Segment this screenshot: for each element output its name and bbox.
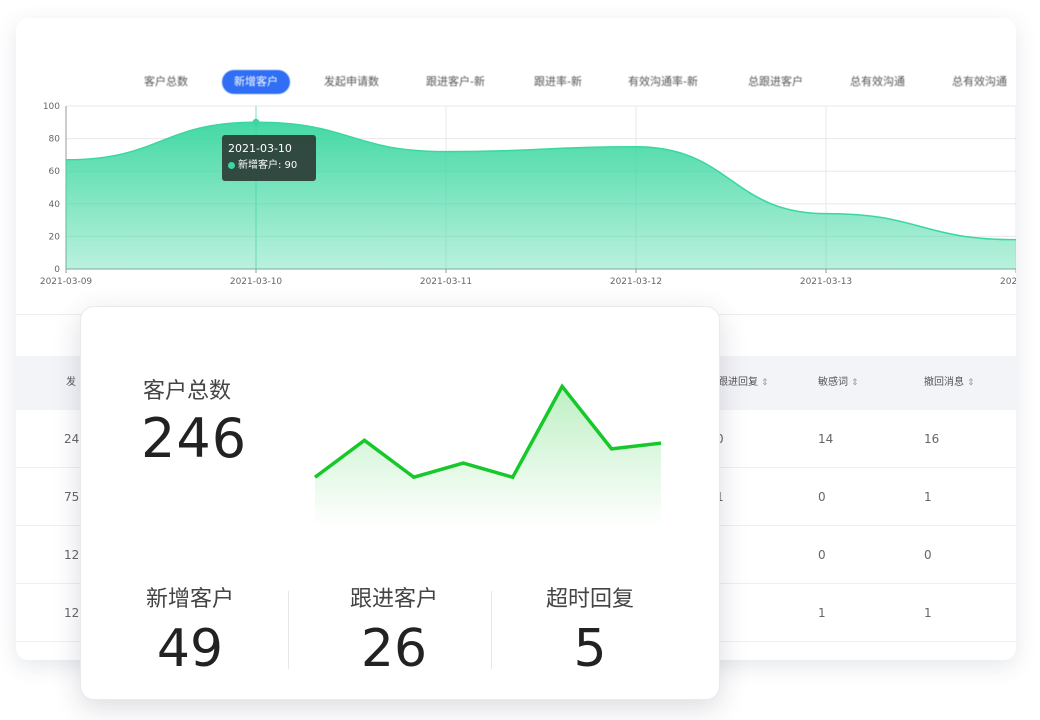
sort-icon[interactable]: ⇕ <box>851 378 859 388</box>
cell: 75 <box>64 490 80 504</box>
stat-value: 49 <box>156 619 224 679</box>
tooltip-date: 2021-03-10 <box>228 142 292 155</box>
x-tick-label: 2021-03-09 <box>40 277 93 287</box>
stat-followed-customers: 跟进客户 26 <box>319 581 469 677</box>
area-chart: 020406080100 2021-03-09 2021-03-10 2021-03… <box>40 102 1016 287</box>
total-customers-value: 246 <box>141 407 248 470</box>
area-fill <box>66 122 1016 269</box>
column-header-first: 发 <box>66 377 76 388</box>
cell: 0 <box>818 490 826 504</box>
column-header-followup-reply[interactable]: 跟进回复 ⇕ <box>718 356 769 410</box>
stat-value: 26 <box>360 619 428 679</box>
cell: 0 <box>818 548 826 562</box>
stats-card: 客户总数 246 新增客户 49 跟进客户 26 超时回复 5 <box>80 306 720 700</box>
cell: 0 <box>924 548 932 562</box>
y-tick-label: 40 <box>49 200 61 210</box>
cell: 1 <box>818 606 826 620</box>
sort-icon[interactable]: ⇕ <box>761 378 769 388</box>
sort-icon[interactable]: ⇕ <box>967 378 975 388</box>
cell: 1 <box>924 606 932 620</box>
x-tick-label: 2021-03-13 <box>800 277 852 287</box>
y-tick-label: 80 <box>49 135 61 145</box>
column-header-recalled-messages[interactable]: 撤回消息 ⇕ <box>924 356 975 410</box>
y-tick-label: 60 <box>49 167 61 177</box>
tooltip-value: 新增客户: 90 <box>238 160 298 171</box>
x-tick-label: 2021-03-10 <box>230 277 283 287</box>
stat-label: 超时回复 <box>545 587 634 612</box>
cell: 24 <box>64 432 80 446</box>
y-tick-label: 100 <box>43 102 60 112</box>
cell: 12 <box>64 606 80 620</box>
y-tick-label: 0 <box>54 265 60 275</box>
chart-tooltip: 2021-03-10 新增客户: 90 <box>222 135 316 181</box>
cell: 16 <box>924 432 940 446</box>
y-tick-label: 20 <box>49 232 61 242</box>
stat-new-customers: 新增客户 49 <box>115 581 265 677</box>
divider <box>288 591 289 669</box>
cell: 1 <box>924 490 932 504</box>
tooltip-series: 新增客户: 90 <box>228 157 310 174</box>
x-tick-label: 2021-03-11 <box>420 277 472 287</box>
divider <box>491 591 492 669</box>
series-dot-icon <box>228 161 235 169</box>
x-tick-label: 2021-0 <box>1000 277 1016 287</box>
sparkline-area <box>315 386 661 527</box>
cell: 14 <box>818 432 834 446</box>
total-customers-label: 客户总数 <box>143 379 232 404</box>
x-tick-label: 2021-03-12 <box>610 277 662 287</box>
stat-value: 5 <box>573 619 607 679</box>
stat-label: 跟进客户 <box>349 587 438 612</box>
stat-timeout-reply: 超时回复 5 <box>515 581 665 677</box>
column-header-sensitive-words[interactable]: 敏感词 ⇕ <box>818 356 859 410</box>
sparkline-chart <box>313 383 662 527</box>
cell: 12 <box>64 548 80 562</box>
stat-label: 新增客户 <box>145 587 234 612</box>
